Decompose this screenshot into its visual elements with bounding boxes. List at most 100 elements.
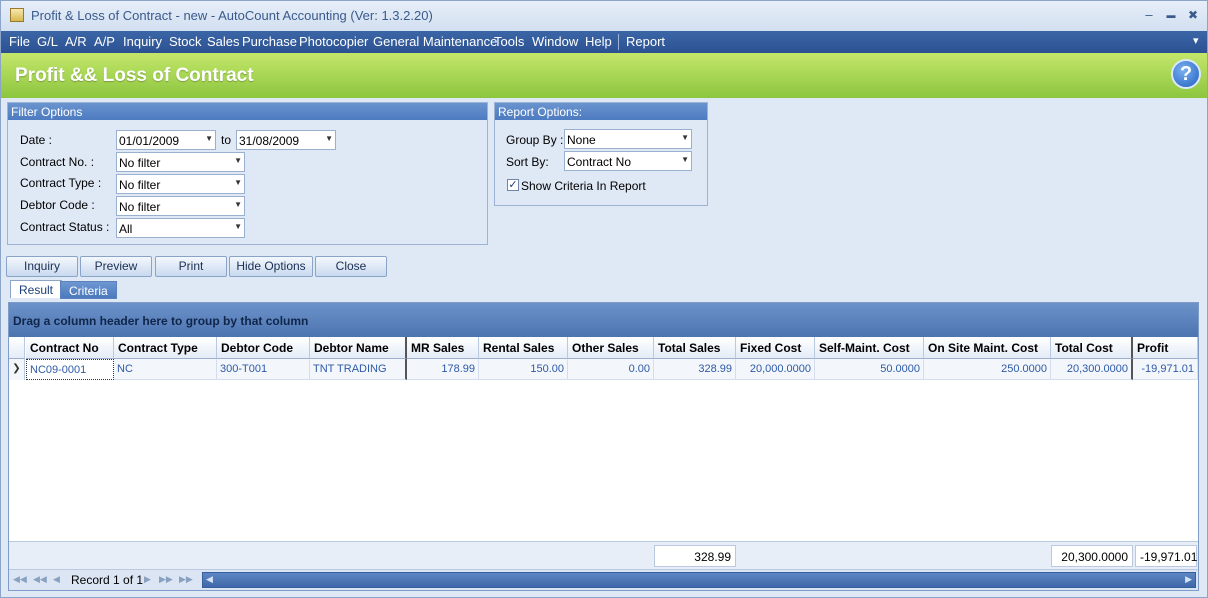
cell-profit[interactable]: -19,971.01	[1133, 359, 1198, 380]
next-record-icon[interactable]: ▶	[144, 574, 151, 585]
menu-help[interactable]: Help	[585, 34, 612, 49]
contract-no-value: No filter	[119, 156, 161, 170]
column-header-total-cost[interactable]: Total Cost	[1051, 337, 1133, 359]
contract-status-label: Contract Status :	[20, 220, 110, 234]
column-header-total-sales[interactable]: Total Sales	[654, 337, 736, 359]
menu-tools[interactable]: Tools	[494, 34, 524, 49]
menu-gl[interactable]: G/L	[37, 34, 58, 49]
print-button[interactable]: Print	[155, 256, 227, 277]
group-by-label: Group By :	[506, 133, 564, 147]
minimize-button[interactable]: –	[1141, 7, 1157, 23]
date-to-field[interactable]: 31/08/2009 ▼	[236, 130, 336, 150]
chevron-down-icon[interactable]: ▼	[681, 133, 689, 142]
menu-ap[interactable]: A/P	[94, 34, 115, 49]
column-header-profit[interactable]: Profit	[1133, 337, 1198, 359]
tab-result[interactable]: Result	[10, 280, 63, 298]
cell-other-sales[interactable]: 0.00	[568, 359, 654, 380]
menu-window[interactable]: Window	[532, 34, 578, 49]
first-record-icon[interactable]: ◀◀	[13, 574, 27, 585]
contract-no-label: Contract No. :	[20, 155, 95, 169]
chevron-down-icon[interactable]: ▼	[205, 134, 213, 143]
cell-debtor-code[interactable]: 300-T001	[217, 359, 310, 380]
current-row-chevron-icon: ❯	[9, 359, 25, 380]
cell-total-sales[interactable]: 328.99	[654, 359, 736, 380]
title-bar: Profit & Loss of Contract - new - AutoCo…	[1, 1, 1207, 31]
cell-self-maint-cost[interactable]: 50.0000	[815, 359, 924, 380]
cell-fixed-cost[interactable]: 20,000.0000	[736, 359, 815, 380]
chevron-down-icon[interactable]: ▼	[234, 156, 242, 165]
next-page-icon[interactable]: ▶▶	[159, 574, 173, 585]
close-window-button[interactable]: ✖	[1185, 7, 1201, 23]
record-position: Record 1 of 1	[71, 573, 144, 587]
menu-ar[interactable]: A/R	[65, 34, 87, 49]
header-banner: Profit && Loss of Contract ?	[1, 53, 1207, 98]
maximize-button[interactable]: ▬	[1163, 7, 1179, 23]
column-header-self-maint-cost[interactable]: Self-Maint. Cost	[815, 337, 924, 359]
date-label: Date :	[20, 133, 53, 147]
last-record-icon[interactable]: ▶▶	[179, 574, 193, 585]
scroll-right-icon[interactable]: ▶	[1185, 574, 1192, 585]
cell-total-cost[interactable]: 20,300.0000	[1051, 359, 1133, 380]
preview-button[interactable]: Preview	[80, 256, 152, 277]
inquiry-button[interactable]: Inquiry	[6, 256, 78, 277]
menu-stock[interactable]: Stock	[169, 34, 202, 49]
close-button[interactable]: Close	[315, 256, 387, 277]
menu-general-maintenance[interactable]: General Maintenance	[373, 34, 497, 49]
app-icon	[10, 8, 24, 22]
contract-status-value: All	[119, 222, 133, 236]
menu-report[interactable]: Report	[626, 34, 665, 49]
chevron-down-icon[interactable]: ▼	[325, 134, 333, 143]
row-indicator-header	[9, 337, 25, 359]
column-header-other-sales[interactable]: Other Sales	[568, 337, 654, 359]
footer-total-cost: 20,300.0000	[1051, 545, 1133, 567]
column-header-debtor-code[interactable]: Debtor Code	[217, 337, 310, 359]
sort-by-value: Contract No	[567, 155, 632, 169]
date-to-label: to	[221, 133, 232, 147]
previous-record-icon[interactable]: ◀	[53, 574, 60, 585]
contract-no-select[interactable]: No filter ▼	[116, 152, 245, 172]
cell-on-site-maint-cost[interactable]: 250.0000	[924, 359, 1051, 380]
contract-status-select[interactable]: All ▼	[116, 218, 245, 238]
column-header-debtor-name[interactable]: Debtor Name	[310, 337, 407, 359]
column-header-contract-type[interactable]: Contract Type	[114, 337, 217, 359]
cell-contract-no[interactable]: NC09-0001	[26, 359, 114, 380]
chevron-down-icon[interactable]: ▼	[234, 178, 242, 187]
chevron-down-icon[interactable]: ▼	[681, 155, 689, 164]
group-panel-hint[interactable]: Drag a column header here to group by th…	[9, 303, 1198, 337]
show-criteria-checkbox[interactable]: ✓	[507, 179, 519, 191]
column-header-on-site-maint-cost[interactable]: On Site Maint. Cost	[924, 337, 1051, 359]
scroll-left-icon[interactable]: ◀	[206, 574, 213, 585]
horizontal-scrollbar[interactable]: ◀ ▶	[202, 572, 1196, 588]
menu-purchase[interactable]: Purchase	[242, 34, 297, 49]
chevron-down-icon[interactable]: ▼	[234, 200, 242, 209]
group-by-select[interactable]: None ▼	[564, 129, 692, 149]
contract-type-select[interactable]: No filter ▼	[116, 174, 245, 194]
menu-overflow-icon[interactable]: ▾	[1193, 34, 1199, 47]
help-icon[interactable]: ?	[1171, 59, 1201, 89]
cell-rental-sales[interactable]: 150.00	[479, 359, 568, 380]
date-from-field[interactable]: 01/01/2009 ▼	[116, 130, 216, 150]
menu-inquiry[interactable]: Inquiry	[123, 34, 162, 49]
hide-options-button[interactable]: Hide Options	[229, 256, 313, 277]
menu-file[interactable]: File	[9, 34, 30, 49]
contract-type-label: Contract Type :	[20, 176, 102, 190]
page-title: Profit && Loss of Contract	[15, 65, 254, 86]
column-header-mr-sales[interactable]: MR Sales	[407, 337, 479, 359]
previous-page-icon[interactable]: ◀◀	[33, 574, 47, 585]
column-header-fixed-cost[interactable]: Fixed Cost	[736, 337, 815, 359]
column-header-contract-no[interactable]: Contract No	[26, 337, 114, 359]
date-to-value: 31/08/2009	[239, 134, 300, 148]
menu-bar: File G/L A/R A/P Inquiry Stock Sales Pur…	[1, 31, 1207, 53]
cell-contract-type[interactable]: NC	[114, 359, 217, 380]
cell-mr-sales[interactable]: 178.99	[407, 359, 479, 380]
column-header-rental-sales[interactable]: Rental Sales	[479, 337, 568, 359]
sort-by-select[interactable]: Contract No ▼	[564, 151, 692, 171]
chevron-down-icon[interactable]: ▼	[234, 222, 242, 231]
menu-sales[interactable]: Sales	[207, 34, 240, 49]
filter-options-panel: Filter Options Date : 01/01/2009 ▼ to 31…	[7, 102, 488, 245]
tab-criteria[interactable]: Criteria	[60, 281, 117, 299]
menu-separator	[618, 34, 619, 50]
menu-photocopier[interactable]: Photocopier	[299, 34, 368, 49]
cell-debtor-name[interactable]: TNT TRADING	[310, 359, 407, 380]
debtor-code-select[interactable]: No filter ▼	[116, 196, 245, 216]
